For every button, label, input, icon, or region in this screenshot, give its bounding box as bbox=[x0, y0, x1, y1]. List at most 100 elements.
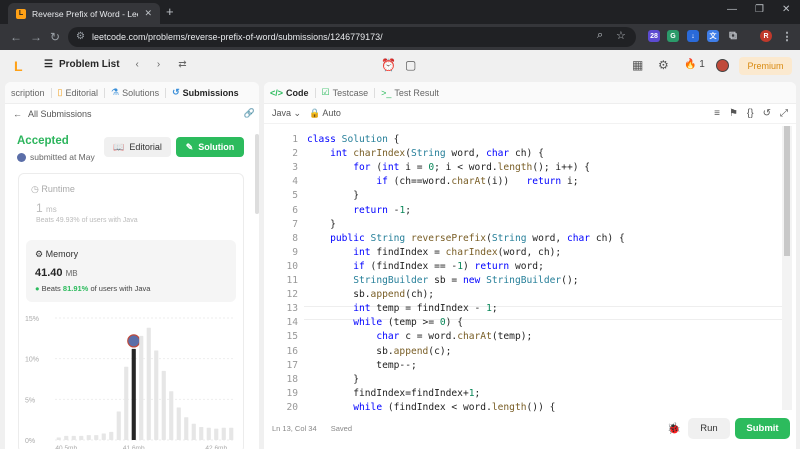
format-icon[interactable]: ≡ bbox=[714, 108, 720, 119]
streak-count: 1 bbox=[699, 59, 705, 70]
code-line[interactable]: sb.append(c); bbox=[307, 346, 451, 357]
bar bbox=[176, 407, 181, 440]
submitted-text: submitted at May bbox=[30, 152, 95, 162]
premium-button[interactable]: Premium bbox=[739, 57, 792, 75]
left-scrollbar[interactable] bbox=[255, 134, 259, 214]
share-link-icon[interactable]: 🔗 bbox=[244, 108, 255, 119]
code-line[interactable]: } bbox=[307, 190, 359, 201]
layout-grid-icon[interactable]: ▦ bbox=[632, 58, 643, 72]
runtime-header[interactable]: ◷ Runtime bbox=[31, 184, 75, 195]
bar bbox=[94, 435, 99, 440]
y-tick-label: 5% bbox=[25, 397, 35, 404]
code-line[interactable]: char c = word.charAt(temp); bbox=[307, 331, 532, 342]
memory-distribution-chart[interactable]: 15% 10% 5% 0% 40.5mb 41.6mb 42.6mb bbox=[21, 310, 241, 449]
code-line[interactable]: if (findIndex == -1) return word; bbox=[307, 261, 544, 272]
address-bar-row: ← → ↻ ⚙ leetcode.com/problems/reverse-pr… bbox=[0, 24, 800, 50]
line-number: 1 bbox=[292, 134, 298, 145]
line-number: 15 bbox=[286, 331, 298, 343]
editor-scrollbar[interactable] bbox=[782, 126, 792, 410]
bookmark-star-icon[interactable]: ☆ bbox=[616, 29, 626, 42]
tab-description[interactable]: scription bbox=[5, 88, 51, 98]
code-line[interactable]: } bbox=[307, 374, 359, 385]
tab-editorial[interactable]: ▯ Editorial bbox=[52, 87, 104, 98]
memory-header: ⚙ Memory bbox=[35, 249, 79, 259]
solution-button[interactable]: ✎ Solution bbox=[176, 137, 244, 157]
tab-test-result[interactable]: >_ Test Result bbox=[375, 88, 445, 98]
reset-icon[interactable]: ↺ bbox=[763, 108, 771, 119]
code-line[interactable]: int temp = findIndex - 1; bbox=[307, 303, 497, 314]
leetcode-logo-icon[interactable]: L bbox=[14, 58, 23, 74]
reload-icon[interactable]: ↻ bbox=[50, 30, 60, 44]
close-window-icon[interactable]: ✕ bbox=[782, 4, 790, 15]
debug-icon[interactable]: 🐞 bbox=[667, 422, 681, 435]
zoom-icon[interactable]: ⌕ bbox=[597, 29, 603, 42]
bookmark-icon[interactable]: ⚑ bbox=[729, 108, 738, 119]
timer-icon[interactable]: ⏰ bbox=[381, 58, 396, 72]
code-line[interactable]: return -1; bbox=[307, 205, 411, 216]
fullscreen-icon[interactable]: ⤢ bbox=[780, 108, 788, 119]
editorial-button-label: Editorial bbox=[129, 142, 162, 152]
notes-icon[interactable]: ▢ bbox=[405, 58, 416, 72]
code-line[interactable]: sb.append(ch); bbox=[307, 289, 434, 300]
profile-avatar-icon[interactable]: R bbox=[760, 30, 772, 42]
scroll-thumb[interactable] bbox=[784, 126, 790, 256]
code-line[interactable]: for (int i = 0; i < word.length(); i++) … bbox=[307, 162, 590, 173]
code-line[interactable]: findIndex=findIndex+1; bbox=[307, 388, 480, 399]
prev-problem-icon[interactable]: ‹ bbox=[136, 59, 139, 70]
streak-fire-icon[interactable]: 🔥 1 bbox=[684, 59, 705, 70]
bar bbox=[221, 427, 226, 440]
submit-button[interactable]: Submit bbox=[735, 418, 790, 439]
tab-testcase[interactable]: ☑ Testcase bbox=[316, 87, 375, 98]
line-number: 9 bbox=[292, 246, 298, 258]
language-select[interactable]: Java ⌄ bbox=[272, 108, 301, 119]
code-line[interactable]: temp--; bbox=[307, 360, 416, 371]
run-button[interactable]: Run bbox=[688, 418, 730, 439]
editorial-button[interactable]: 📖 Editorial bbox=[104, 137, 171, 157]
browser-tab[interactable]: L Reverse Prefix of Word - LeetC... ✕ bbox=[8, 3, 160, 24]
restore-icon[interactable]: ❐ bbox=[755, 4, 764, 15]
code-line[interactable]: class Solution { bbox=[307, 134, 399, 145]
next-problem-icon[interactable]: › bbox=[157, 59, 160, 70]
tab-label: Submissions bbox=[182, 87, 239, 98]
memory-card[interactable]: ⚙ Memory 41.40 MB ● Beats 81.91% of user… bbox=[26, 240, 236, 302]
tab-solutions[interactable]: ⚗ Solutions bbox=[105, 87, 165, 98]
grammarly-icon[interactable]: G bbox=[667, 30, 679, 42]
code-line[interactable]: while (findIndex < word.length()) { bbox=[307, 402, 555, 412]
tab-code[interactable]: </> Code bbox=[264, 88, 315, 98]
back-icon[interactable]: ← bbox=[10, 30, 22, 44]
line-number: 2 bbox=[292, 148, 298, 160]
download-icon[interactable]: ↓ bbox=[687, 30, 699, 42]
extensions-puzzle-icon[interactable]: ⧉ bbox=[727, 30, 739, 42]
shuffle-icon[interactable]: ⇄ bbox=[178, 59, 186, 70]
tab-submissions[interactable]: ↺ Submissions bbox=[166, 87, 245, 98]
all-submissions-link[interactable]: ← All Submissions 🔗 bbox=[5, 104, 259, 124]
braces-icon[interactable]: {} bbox=[747, 108, 754, 119]
code-editor[interactable]: 1 class Solution { 2 int charIndex(String … bbox=[264, 130, 784, 412]
menu-kebab-icon[interactable]: ⋮ bbox=[781, 30, 793, 43]
code-icon: </> bbox=[270, 87, 284, 98]
code-line[interactable]: public String reversePrefix(String word,… bbox=[307, 233, 625, 244]
site-info-icon[interactable]: ⚙ bbox=[76, 31, 85, 42]
new-tab-icon[interactable]: + bbox=[166, 4, 174, 19]
code-line[interactable]: int charIndex(String word, char ch) { bbox=[307, 148, 544, 159]
url-bar[interactable]: ⚙ leetcode.com/problems/reverse-prefix-o… bbox=[68, 27, 636, 47]
code-line[interactable]: while (temp >= 0) { bbox=[307, 317, 463, 328]
settings-gear-icon[interactable]: ⚙ bbox=[658, 58, 669, 72]
auto-mode[interactable]: 🔒 Auto bbox=[309, 108, 341, 119]
minimize-icon[interactable]: — bbox=[727, 4, 737, 15]
translate-icon[interactable]: 文 bbox=[707, 30, 719, 42]
user-avatar[interactable] bbox=[716, 59, 729, 72]
close-tab-icon[interactable]: ✕ bbox=[144, 8, 152, 19]
bar bbox=[214, 428, 219, 440]
x-tick-label: 41.6mb bbox=[123, 445, 145, 449]
forward-icon[interactable]: → bbox=[30, 30, 42, 44]
extension-badge-icon[interactable]: 28 bbox=[648, 30, 660, 42]
bar bbox=[56, 437, 61, 440]
code-line[interactable]: if (ch==word.charAt(i)) return i; bbox=[307, 176, 578, 187]
code-line[interactable]: StringBuilder sb = new StringBuilder(); bbox=[307, 275, 578, 286]
code-line[interactable]: int findIndex = charIndex(word, ch); bbox=[307, 247, 561, 258]
problem-list-nav[interactable]: ☰ Problem List ‹ › ⇄ bbox=[44, 59, 187, 70]
highlight-bar bbox=[131, 348, 136, 440]
leetcode-favicon-icon: L bbox=[16, 8, 26, 19]
code-line[interactable]: } bbox=[307, 219, 336, 230]
